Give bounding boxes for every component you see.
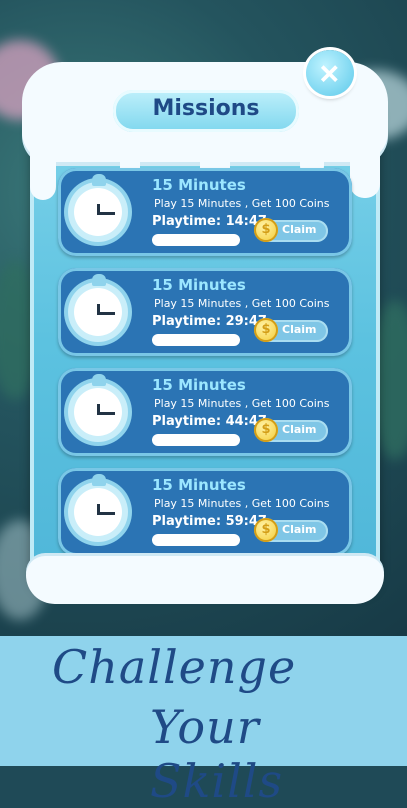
clock-icon: [68, 274, 128, 342]
claim-button[interactable]: $ Claim: [254, 318, 328, 342]
clock-icon: [68, 174, 128, 242]
claim-button[interactable]: $ Claim: [254, 218, 328, 242]
coin-icon: $: [254, 418, 278, 442]
coin-icon: $: [254, 518, 278, 542]
progress-bar: [152, 234, 240, 246]
mission-card: 15 Minutes Play 15 Minutes , Get 100 Coi…: [58, 368, 352, 456]
mission-description: Play 15 Minutes , Get 100 Coins: [154, 497, 330, 510]
progress-bar: [152, 434, 240, 446]
claim-label: Claim: [282, 323, 317, 336]
mission-description: Play 15 Minutes , Get 100 Coins: [154, 397, 330, 410]
mission-description: Play 15 Minutes , Get 100 Coins: [154, 197, 330, 210]
mission-card: 15 Minutes Play 15 Minutes , Get 100 Coi…: [58, 168, 352, 256]
claim-button[interactable]: $ Claim: [254, 518, 328, 542]
claim-label: Claim: [282, 423, 317, 436]
mission-description: Play 15 Minutes , Get 100 Coins: [154, 297, 330, 310]
claim-label: Claim: [282, 523, 317, 536]
coin-icon: $: [254, 218, 278, 242]
close-button[interactable]: +: [306, 50, 354, 96]
snow-base: [26, 556, 384, 604]
mission-playtime: Playtime: 44:47: [152, 414, 267, 429]
progress-bar: [152, 334, 240, 346]
page-title: Missions: [152, 96, 260, 121]
mission-playtime: Playtime: 29:47: [152, 314, 267, 329]
mission-playtime: Playtime: 59:47: [152, 514, 267, 529]
claim-button[interactable]: $ Claim: [254, 418, 328, 442]
progress-bar: [152, 534, 240, 546]
mission-playtime: Playtime: 14:47: [152, 214, 267, 229]
mission-title: 15 Minutes: [152, 276, 246, 294]
mission-card: 15 Minutes Play 15 Minutes , Get 100 Coi…: [58, 268, 352, 356]
banner-line-1: Challenge: [52, 640, 297, 694]
mission-card: 15 Minutes Play 15 Minutes , Get 100 Coi…: [58, 468, 352, 556]
clock-icon: [68, 374, 128, 442]
mission-title: 15 Minutes: [152, 176, 246, 194]
coin-icon: $: [254, 318, 278, 342]
mission-title: 15 Minutes: [152, 476, 246, 494]
banner-line-2: Your Skills: [150, 700, 284, 808]
clock-icon: [68, 474, 128, 542]
mission-title: 15 Minutes: [152, 376, 246, 394]
claim-label: Claim: [282, 223, 317, 236]
